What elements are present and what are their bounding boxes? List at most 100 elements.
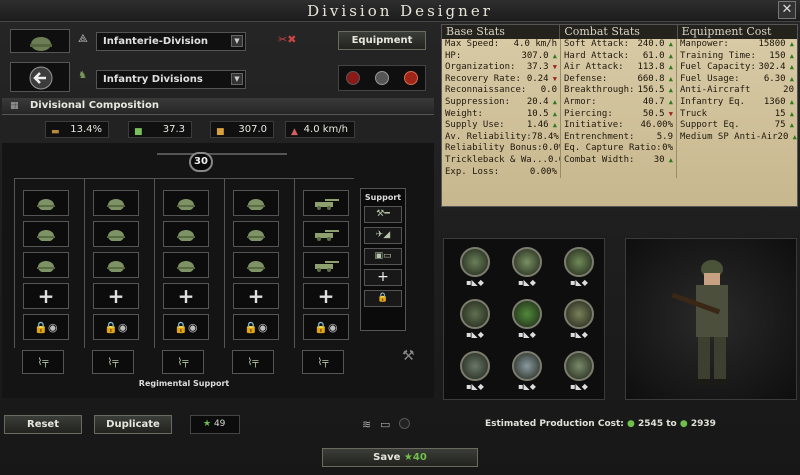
add-battalion-button[interactable]: + [233,283,279,309]
cost-high: 2939 [690,419,716,429]
equipment-slot[interactable]: ▪◣◆ [558,351,600,397]
stat-label: Weight: [445,108,483,119]
regimental-support-slot[interactable]: ⌇╤ [92,350,134,374]
equipment-stat-row: Medium SP Anti-Air 20 ▲ [677,132,797,144]
add-battalion-button[interactable]: + [93,283,139,309]
locked-slot-icon[interactable]: 🔒◉ [93,314,139,340]
artillery-icon[interactable] [303,190,349,216]
division-designer-window: Division Designer ✕ ⟁ Infanterie-Divisio… [0,0,800,475]
reset-button[interactable]: Reset [4,415,82,434]
stat-value: 660.8 [637,73,665,84]
base-stat-row: Reliability Bonus:0.0% [442,143,560,155]
infantry-icon[interactable] [23,190,69,216]
equipment-slot[interactable]: ▪◣◆ [454,299,496,345]
infantry-icon[interactable] [23,252,69,278]
locked-slot-icon[interactable]: 🔒◉ [23,314,69,340]
division-icon-button[interactable] [10,29,70,53]
stat-value: 150 [769,50,786,61]
add-battalion-button[interactable]: + [23,283,69,309]
recon-support-icon[interactable]: ✈◢ [364,227,402,244]
equipment-slot[interactable]: ▪◣◆ [506,247,548,293]
add-battalion-button[interactable]: + [303,283,349,309]
trend-up-icon: ▲ [548,51,557,60]
stat-value: 5.9 [656,131,673,142]
locked-slot-icon[interactable]: 🔒◉ [163,314,209,340]
combat-stat-row: Hard Attack: 61.0 ▲ [561,51,676,63]
stat-label: Infantry Eq. [680,96,746,107]
combat-stat-row: Piercing: 50.5 ▼ [561,109,676,121]
save-button[interactable]: Save ★40 [322,448,478,467]
production-cost: Estimated Production Cost: ● 2545 to ● 2… [485,419,716,429]
infantry-icon[interactable] [163,221,209,247]
logistics-support-icon[interactable]: ▣▭ [364,248,402,265]
trend-up-icon: ▲ [788,132,797,141]
equipment-slot[interactable]: ▪◣◆ [558,247,600,293]
infantry-icon[interactable] [23,221,69,247]
equipment-slot[interactable]: ▪◣◆ [454,351,496,397]
upgrade-badges-icon: ▪◣◆ [570,330,588,339]
template-name-field[interactable]: Infanterie-Division ▼ [96,32,246,51]
regimental-support-slot[interactable]: ⌇╤ [302,350,344,374]
locked-support-icon[interactable]: 🔒 [364,290,402,307]
trend-up-icon: ▲ [785,121,794,130]
regimental-support-slot[interactable]: ⌇╤ [22,350,64,374]
upgrade-badges-icon: ▪◣◆ [466,278,484,287]
infantry-icon[interactable] [233,252,279,278]
stat-label: Truck [680,108,708,119]
regimental-support-slot[interactable]: ⌇╤ [232,350,274,374]
stat-value: 15 [774,108,786,119]
trend-up-icon: ▲ [548,121,557,130]
artillery-icon[interactable] [303,252,349,278]
add-support-button[interactable]: + [364,269,402,286]
regimental-support-slot[interactable]: ⌇╤ [162,350,204,374]
close-button[interactable]: ✕ [778,1,796,19]
base-stats-header: Base Stats [442,25,560,39]
reset-status-icon[interactable] [374,71,389,85]
duplicate-button[interactable]: Duplicate [94,415,172,434]
infantry-icon[interactable] [233,190,279,216]
window-title: Division Designer [0,0,800,22]
brigade-column-2: + 🔒◉ [84,178,144,348]
upgrade-badges-icon: ▪◣◆ [570,382,588,391]
infantry-icon[interactable] [93,190,139,216]
back-button[interactable] [10,62,70,92]
infantry-icon[interactable] [163,190,209,216]
engineer-support-icon[interactable]: ⚒━ [364,206,402,223]
save-label: Save [373,452,401,463]
equipment-slot[interactable]: ▪◣◆ [506,351,548,397]
machine-gun-icon: ⌇╤ [317,356,329,368]
delete-template-icon[interactable]: ✂✖ [278,33,316,49]
equipment-stat-row: Fuel Capacity: 302.4 ▲ [677,62,797,74]
trend-up-icon: ▲ [785,74,794,83]
equipment-stat-row: Manpower: 15800 ▲ [677,39,797,51]
stat-label: Max Speed: [445,39,500,49]
infantry-icon[interactable] [163,252,209,278]
infantry-icon[interactable] [93,221,139,247]
stat-value: 156.5 [637,85,665,96]
stats-panel: Base Stats Combat Stats Equipment Cost M… [441,24,798,207]
trend-up-icon: ▲ [664,97,673,106]
equipment-tech-icon [512,351,542,381]
equipment-slot[interactable]: ▪◣◆ [506,299,548,345]
template-group-dropdown[interactable]: Infantry Divisions ▼ [96,70,246,89]
red-status-icon[interactable] [346,71,361,85]
stat-value: 6.30 [763,73,786,84]
stat-value: 240.0 [637,39,665,49]
helmet-icon [30,37,52,51]
equipment-slot[interactable]: ▪◣◆ [558,299,600,345]
infantry-icon[interactable] [233,221,279,247]
template-status-icons [338,65,426,91]
equipment-slot[interactable]: ▪◣◆ [454,247,496,293]
equipment-button[interactable]: Equipment [338,31,426,50]
group-icon: ♞ [78,70,87,81]
rank-chevron-icon[interactable] [403,71,418,85]
regimental-support-label: Regimental Support [138,379,230,388]
locked-slot-icon[interactable]: 🔒◉ [233,314,279,340]
save-cost: 40 [412,452,427,463]
brigade-column-5: + 🔒◉ [294,178,354,348]
add-battalion-button[interactable]: + [163,283,209,309]
locked-slot-icon[interactable]: 🔒◉ [303,314,349,340]
trend-up-icon: ▲ [548,109,557,118]
artillery-icon[interactable] [303,221,349,247]
infantry-icon[interactable] [93,252,139,278]
